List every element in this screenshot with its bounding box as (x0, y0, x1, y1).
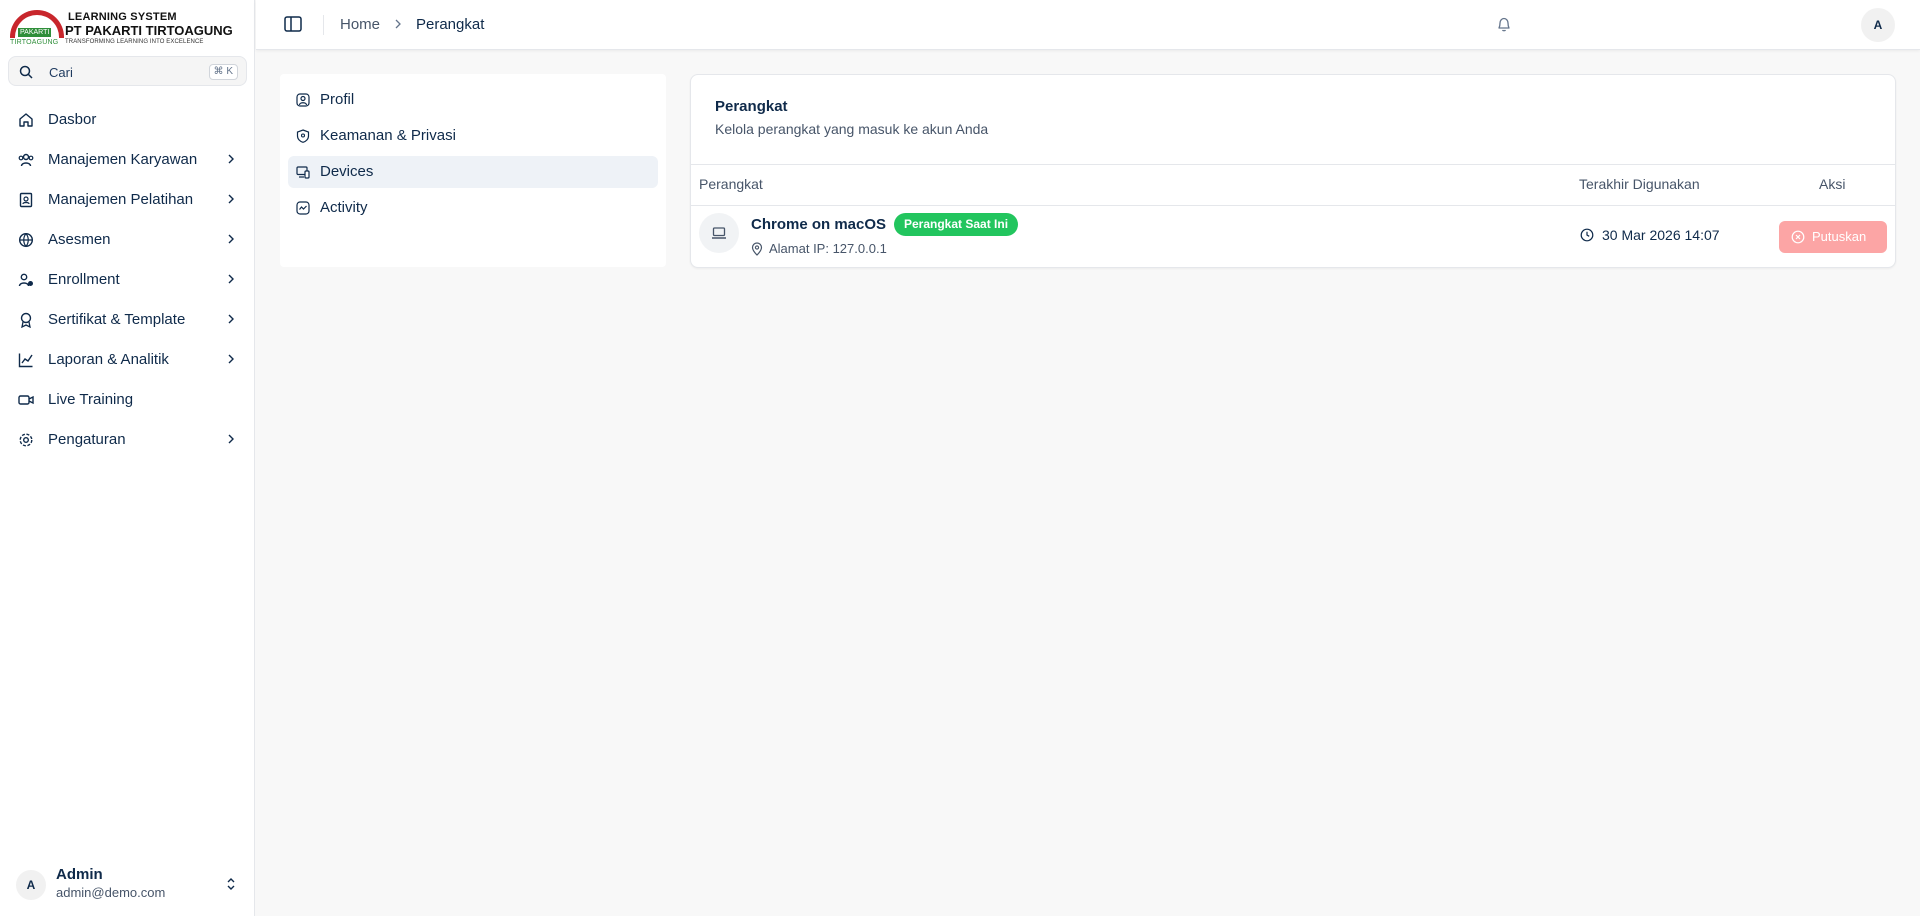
laptop-icon (712, 227, 726, 239)
sidebar-item-label: Laporan & Analitik (48, 351, 169, 368)
logo-line3: TRANSFORMING LEARNING INTO EXCELENCE (65, 39, 204, 45)
search-placeholder: Cari (49, 65, 73, 80)
sidebar: PAKARTI TIRTOAGUNG LEARNING SYSTEM PT PA… (0, 0, 255, 916)
chevron-right-icon (228, 234, 234, 244)
header-avatar[interactable]: A (1861, 8, 1895, 42)
device-avatar (699, 213, 739, 253)
sidebar-item-sertifikat-template[interactable]: Sertifikat & Template (8, 300, 247, 340)
chevrons-up-down-icon (227, 878, 235, 890)
map-pin-icon (751, 242, 763, 256)
sidebar-item-asesmen[interactable]: Asesmen (8, 220, 247, 260)
company-logo[interactable]: PAKARTI TIRTOAGUNG LEARNING SYSTEM PT PA… (8, 8, 248, 48)
divider (691, 164, 1895, 165)
sidebar-nav: Dasbor Manajemen Karyawan Manajemen Pela… (8, 100, 247, 460)
settings-nav-label: Devices (320, 163, 374, 180)
card-description: Kelola perangkat yang masuk ke akun Anda (715, 121, 989, 137)
clock-icon (1580, 228, 1594, 242)
book-icon (19, 192, 33, 208)
settings-nav: Profil Keamanan & Privasi Devices Activi… (280, 74, 666, 267)
search-shortcut: ⌘ K (208, 64, 238, 80)
logo-line2: PT PAKARTI TIRTOAGUNG (65, 23, 233, 38)
divider (691, 205, 1895, 206)
column-header-action: Aksi (1819, 176, 1846, 192)
search-input[interactable]: Cari ⌘ K (8, 56, 247, 86)
settings-nav-devices[interactable]: Devices (288, 156, 658, 188)
sidebar-item-pengaturan[interactable]: Pengaturan (8, 420, 247, 460)
sidebar-item-manajemen-pelatihan[interactable]: Manajemen Pelatihan (8, 180, 247, 220)
logo-line1: LEARNING SYSTEM (68, 11, 177, 23)
sidebar-item-label: Asesmen (48, 231, 111, 248)
device-ip: Alamat IP: 127.0.0.1 (769, 241, 887, 256)
activity-icon (296, 201, 310, 215)
avatar: A (16, 870, 46, 900)
users-icon (18, 153, 34, 167)
logo-sub: TIRTOAGUNG (10, 39, 59, 46)
sidebar-toggle-icon[interactable] (284, 16, 302, 32)
card-title: Perangkat (715, 98, 788, 115)
user-circle-icon (296, 93, 310, 107)
disconnect-button[interactable]: Putuskan (1779, 221, 1887, 253)
settings-nav-profil[interactable]: Profil (288, 84, 658, 116)
devices-icon (296, 166, 310, 179)
video-icon (18, 395, 34, 405)
chevron-right-icon (228, 154, 234, 164)
sidebar-item-label: Sertifikat & Template (48, 311, 186, 328)
sidebar-item-live-training[interactable]: Live Training (8, 380, 247, 420)
chevron-right-icon (228, 434, 234, 444)
user-email: admin@demo.com (56, 885, 166, 900)
current-device-badge: Perangkat Saat Ini (894, 213, 1019, 236)
chevron-right-icon (228, 274, 234, 284)
column-header-device: Perangkat (699, 176, 763, 192)
sidebar-item-label: Dasbor (48, 111, 97, 128)
top-header: Home Perangkat A (256, 0, 1920, 50)
sidebar-item-label: Manajemen Karyawan (48, 151, 198, 168)
settings-nav-activity[interactable]: Activity (288, 192, 658, 224)
device-last-used: 30 Mar 2026 14:07 (1602, 227, 1720, 243)
user-name: Admin (56, 866, 103, 883)
device-name: Chrome on macOS (751, 216, 887, 233)
sidebar-item-manajemen-karyawan[interactable]: Manajemen Karyawan (8, 140, 247, 180)
chart-icon (18, 353, 33, 368)
x-circle-icon (1791, 230, 1805, 244)
user-menu[interactable]: A Admin admin@demo.com (0, 862, 255, 908)
award-icon (20, 312, 32, 328)
breadcrumb-home[interactable]: Home (340, 16, 380, 33)
settings-nav-keamanan[interactable]: Keamanan & Privasi (288, 120, 658, 152)
sidebar-item-label: Live Training (48, 391, 134, 408)
gear-icon (19, 433, 33, 447)
sidebar-item-label: Manajemen Pelatihan (48, 191, 194, 208)
chevron-right-icon (228, 194, 234, 204)
sidebar-item-enrollment[interactable]: Enrollment (8, 260, 247, 300)
chevron-right-icon (228, 314, 234, 324)
header-divider (323, 15, 324, 35)
sidebar-item-label: Pengaturan (48, 431, 126, 448)
devices-card: Perangkat Kelola perangkat yang masuk ke… (690, 74, 1896, 268)
logo-tag: PAKARTI (18, 28, 52, 37)
bell-icon[interactable] (1496, 16, 1512, 33)
home-icon (19, 113, 33, 127)
settings-nav-label: Activity (320, 199, 368, 216)
settings-nav-label: Keamanan & Privasi (320, 127, 456, 144)
column-header-last-used: Terakhir Digunakan (1579, 176, 1700, 192)
search-icon (19, 65, 33, 79)
sidebar-item-label: Enrollment (48, 271, 120, 288)
chevron-right-icon (228, 354, 234, 364)
sidebar-item-laporan-analitik[interactable]: Laporan & Analitik (8, 340, 247, 380)
settings-nav-label: Profil (320, 91, 355, 108)
user-plus-icon (18, 273, 33, 287)
disconnect-button-label: Putuskan (1812, 229, 1867, 244)
sidebar-item-dasbor[interactable]: Dasbor (8, 100, 247, 140)
shield-icon (296, 129, 310, 143)
breadcrumb-separator-icon (395, 19, 401, 29)
globe-icon (18, 232, 34, 248)
breadcrumb-current: Perangkat (416, 16, 485, 33)
